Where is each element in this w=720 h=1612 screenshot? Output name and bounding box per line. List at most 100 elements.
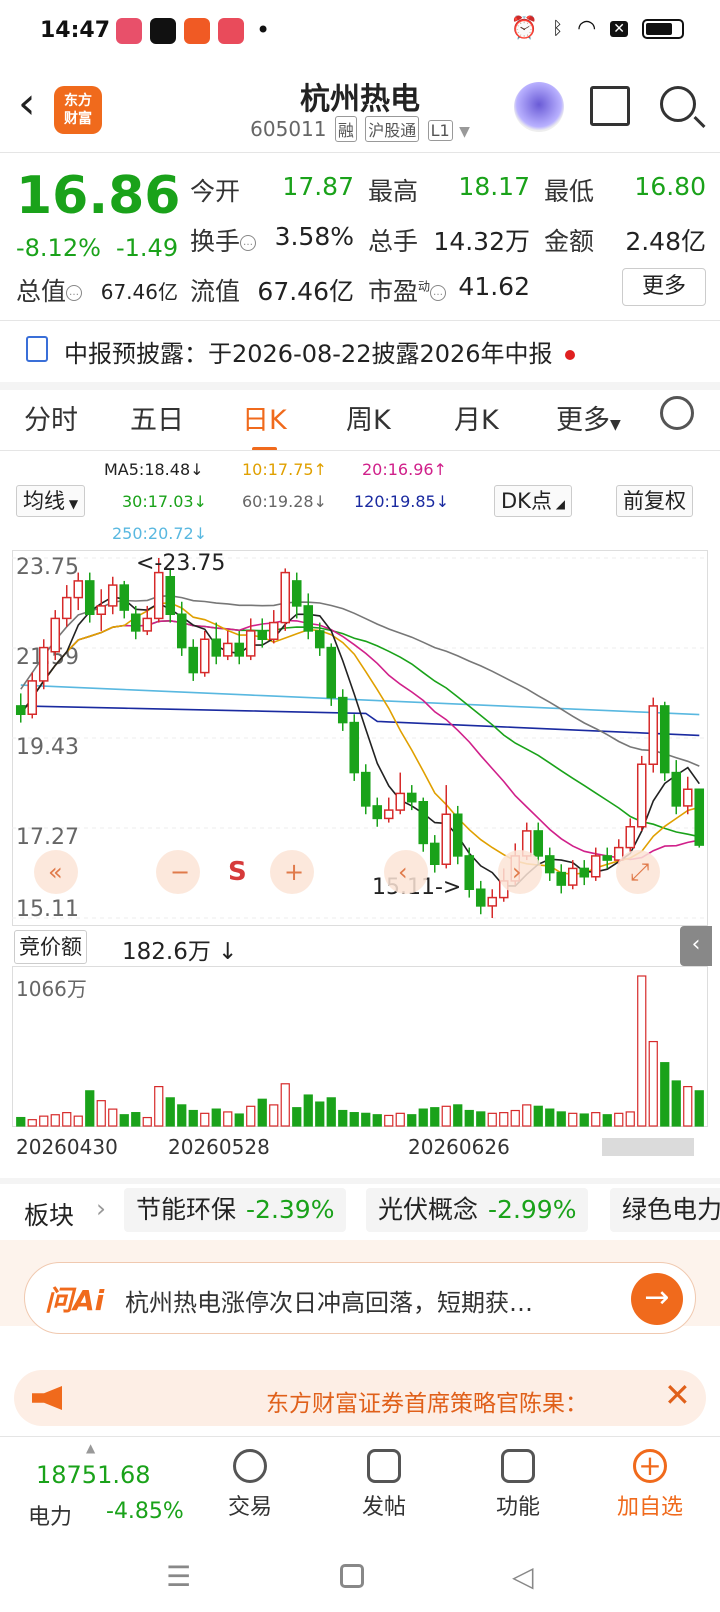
candle xyxy=(280,571,291,624)
candle xyxy=(659,705,670,774)
adjust-select[interactable]: 前复权 xyxy=(616,485,693,517)
volume-bar xyxy=(660,1062,670,1127)
candle xyxy=(27,680,38,716)
section-gap xyxy=(0,382,720,390)
market-cap-value: 67.46亿 xyxy=(100,280,178,304)
stock-code: 605011 xyxy=(250,117,327,141)
ma10-value: 10:17.75↑ xyxy=(242,460,327,479)
tab-weekly-k[interactable]: 周K xyxy=(346,398,391,437)
more-quote-button[interactable]: 更多 xyxy=(622,268,706,306)
x-tick-label: 20260430 xyxy=(16,1135,118,1159)
menu-icon[interactable]: ☰ xyxy=(166,1560,191,1593)
candle xyxy=(303,605,314,632)
x-tick-label: 20260528 xyxy=(168,1135,270,1159)
volume-bar xyxy=(637,975,647,1127)
overlay-control-button[interactable]: + xyxy=(284,858,304,886)
low-value: 16.80 xyxy=(634,172,706,201)
tab-monthly-k[interactable]: 月K xyxy=(454,398,499,437)
overlay-control-button[interactable]: S xyxy=(228,857,247,887)
shopping-app-icon xyxy=(184,18,210,44)
volume-bar xyxy=(303,1094,313,1127)
volume-bar xyxy=(556,1111,566,1127)
candle xyxy=(38,646,49,682)
candle xyxy=(475,888,486,907)
overlay-control-button[interactable]: − xyxy=(170,858,190,886)
chevron-right-icon: › xyxy=(96,1194,106,1223)
clock: 14:47 xyxy=(40,18,111,43)
functions-button[interactable]: 功能 xyxy=(468,1445,568,1521)
sector-index-value[interactable]: 18751.68 xyxy=(36,1461,151,1489)
candle xyxy=(326,646,337,699)
volume-bar xyxy=(246,1105,256,1127)
promo-text: 东方财富证券首席策略官陈果： xyxy=(266,1391,588,1417)
candle xyxy=(429,842,440,865)
volume-bar xyxy=(418,1108,428,1127)
grid-icon xyxy=(501,1449,535,1483)
candle xyxy=(349,721,360,774)
post-button[interactable]: 发帖 xyxy=(334,1445,434,1521)
info-icon[interactable]: … xyxy=(430,285,447,301)
overlay-control-button[interactable]: › xyxy=(512,858,522,886)
candle xyxy=(533,830,544,857)
candle xyxy=(544,855,555,874)
sector-chip[interactable]: 绿色电力 xyxy=(610,1188,720,1232)
report-notice[interactable]: 中报预披露：于2026-08-22披露2026年中报 xyxy=(0,322,720,380)
close-icon[interactable]: ✕ xyxy=(664,1376,691,1414)
candle xyxy=(61,596,72,620)
trade-button[interactable]: 交易 xyxy=(200,1445,300,1521)
overlay-control-button[interactable]: ‹ xyxy=(398,858,408,886)
high-label: 最高 xyxy=(368,177,419,206)
candle xyxy=(199,638,210,674)
collapse-panel-icon[interactable]: ‹ xyxy=(680,926,712,966)
promo-banner[interactable]: 东方财富证券首席策略官陈果： ✕ xyxy=(14,1370,706,1426)
ai-assistant-icon[interactable] xyxy=(514,82,564,132)
divider xyxy=(0,320,720,321)
overlay-control-button[interactable]: ⤢ xyxy=(630,858,649,886)
candlestick-chart[interactable]: 23.7521.5919.4317.2715.11<-23.7515.11->«… xyxy=(12,550,708,926)
divider xyxy=(0,152,720,153)
tab-five-day[interactable]: 五日 xyxy=(130,398,184,437)
gear-icon[interactable] xyxy=(660,396,694,430)
indicator-select[interactable]: 均线 ▼ xyxy=(16,485,86,517)
candle xyxy=(257,630,268,640)
sub-indicator-select[interactable]: 竞价额 xyxy=(14,930,87,964)
candle xyxy=(84,580,95,615)
tab-more[interactable]: 更多▼ xyxy=(556,398,621,437)
candle xyxy=(360,771,371,807)
volume-bar xyxy=(223,1111,233,1127)
search-icon[interactable] xyxy=(660,86,696,122)
volume-bar xyxy=(568,1112,578,1127)
dk-point-button[interactable]: DK点 ◢ xyxy=(494,485,572,517)
share-icon[interactable] xyxy=(590,86,630,126)
arrow-right-icon[interactable]: → xyxy=(631,1273,683,1325)
volume-bar xyxy=(50,1114,60,1127)
home-icon[interactable] xyxy=(340,1564,364,1588)
candle xyxy=(188,646,199,674)
connect-tag: 沪股通 xyxy=(365,116,420,142)
candle xyxy=(50,617,61,653)
volume-bar xyxy=(269,1104,279,1127)
open-value: 17.87 xyxy=(282,172,354,201)
sub-indicator-value: 182.6万 ↓ xyxy=(122,939,238,965)
volume-bar xyxy=(257,1098,267,1127)
pe-value: 41.62 xyxy=(458,272,530,301)
sector-chip[interactable]: 节能环保 -2.39% xyxy=(124,1188,347,1232)
sector-label[interactable]: 板块 xyxy=(24,1196,74,1232)
volume-chart[interactable]: 1066万 20260430 20260528 20260626 xyxy=(12,966,708,1166)
back-icon[interactable]: ◁ xyxy=(512,1560,534,1593)
info-icon[interactable]: … xyxy=(240,235,257,251)
yen-icon xyxy=(233,1449,267,1483)
ma250-value: 250:20.72↓ xyxy=(112,524,208,543)
tiktok-icon xyxy=(150,18,176,44)
tab-daily-k[interactable]: 日K xyxy=(242,398,287,451)
ai-question-box[interactable]: 问Ai 杭州热电涨停次日冲高回落，短期获… → xyxy=(24,1262,696,1334)
tab-intraday[interactable]: 分时 xyxy=(24,398,78,437)
overlay-control-button[interactable]: « xyxy=(48,858,63,886)
y-tick-label: 17.27 xyxy=(16,825,79,850)
sector-index-name[interactable]: 电力 xyxy=(28,1499,72,1531)
info-icon[interactable]: … xyxy=(66,285,83,301)
sector-chip[interactable]: 光伏概念 -2.99% xyxy=(366,1188,589,1232)
add-watchlist-button[interactable]: + 加自选 xyxy=(600,1445,700,1521)
volume-bar xyxy=(671,1080,681,1127)
volume-bar xyxy=(211,1108,221,1127)
